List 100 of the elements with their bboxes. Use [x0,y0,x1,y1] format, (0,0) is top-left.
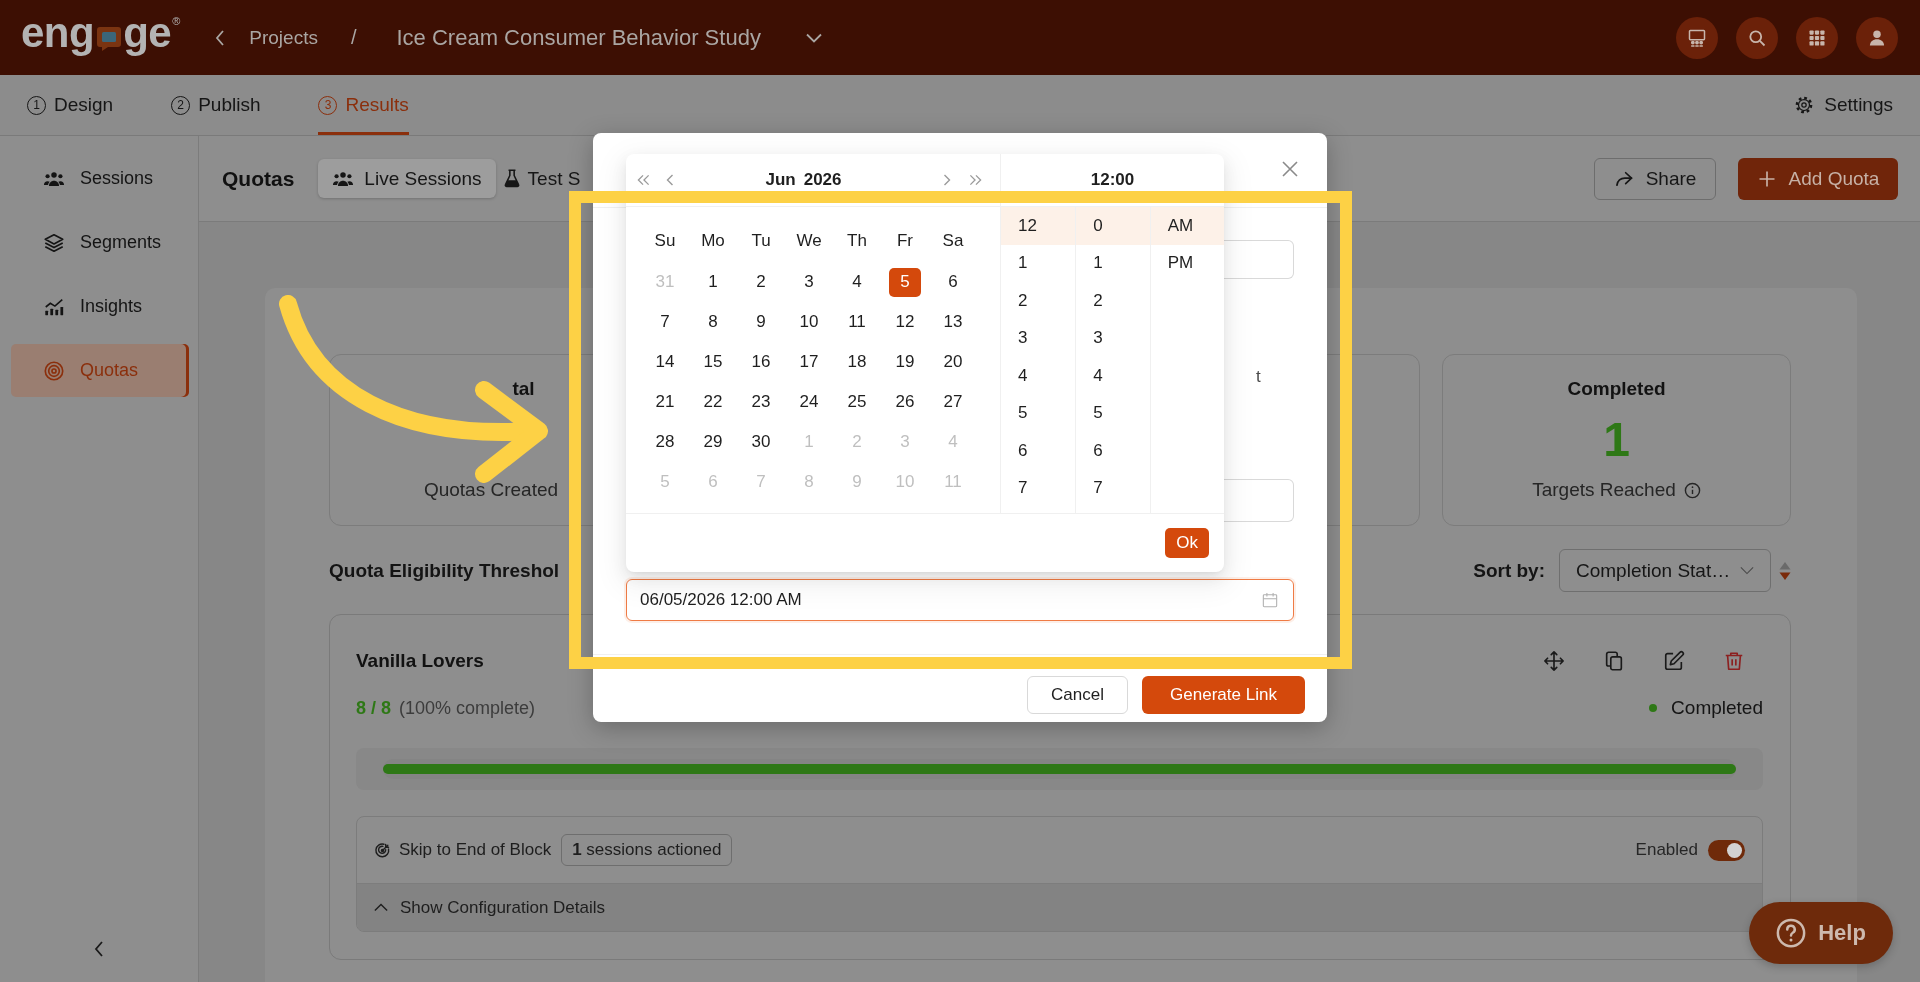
calendar-day[interactable]: 13 [937,307,969,337]
hour-option[interactable]: 3 [1001,319,1076,357]
logo-text: eng [21,7,95,58]
calendar-day[interactable]: 16 [745,347,777,377]
stat-value: 1 [1603,412,1630,468]
edit-icon[interactable] [1663,650,1685,672]
step-tab[interactable]: 1 Design [27,75,114,135]
period-option[interactable]: AM [1150,207,1224,245]
double-chevron-right-icon[interactable] [969,174,982,186]
calendar-day[interactable]: 5 [889,267,921,297]
step-tab[interactable]: 2 Publish [171,75,261,135]
session-tab[interactable]: Live Sessions [318,159,496,198]
calendar-day[interactable]: 2 [745,267,777,297]
calendar-day[interactable]: 7 [649,307,681,337]
hour-option[interactable]: 12 [1001,207,1076,245]
minute-option[interactable]: 6 [1076,432,1150,470]
minute-option[interactable]: 0 [1076,207,1150,245]
calendar-day[interactable]: 14 [649,347,681,377]
calendar-day[interactable]: 29 [697,427,729,457]
minute-option[interactable]: 4 [1076,357,1150,395]
session-tab[interactable]: Test S [503,159,581,198]
move-icon[interactable] [1543,650,1565,672]
help-button[interactable]: Help [1749,902,1893,964]
calendar-day[interactable]: 6 [937,267,969,297]
calendar-day[interactable]: 20 [937,347,969,377]
flask-icon [503,169,520,188]
calendar-day[interactable]: 18 [841,347,873,377]
copy-icon[interactable] [1603,650,1625,672]
hour-option[interactable]: 2 [1001,282,1076,320]
user-button[interactable] [1856,16,1898,59]
calendar-day[interactable]: 28 [649,427,681,457]
calendar-day[interactable]: 11 [841,307,873,337]
calendar-day[interactable]: 21 [649,387,681,417]
presentation-icon [1687,27,1707,48]
breadcrumb-link[interactable]: Projects [249,26,318,49]
search-icon [1747,27,1767,48]
calendar-day[interactable]: 12 [889,307,921,337]
quota-count: 8 / 8 [356,697,392,719]
minute-option[interactable]: 3 [1076,319,1150,357]
calendar-day[interactable]: 22 [697,387,729,417]
chevron-down-icon[interactable] [805,32,822,43]
calendar-day[interactable]: 23 [745,387,777,417]
calendar-day[interactable]: 17 [793,347,825,377]
field-label: t [1255,368,1262,386]
hour-option[interactable]: 6 [1001,432,1076,470]
calendar-day[interactable]: 3 [793,267,825,297]
calendar-day[interactable]: 4 [841,267,873,297]
calendar-day[interactable]: 15 [697,347,729,377]
time-display: 12:00 [1090,170,1135,190]
presenter-button[interactable] [1676,16,1718,59]
details-toggle[interactable]: Show Configuration Details [357,883,1762,931]
calendar-icon [1262,592,1278,608]
generate-link-button[interactable]: Generate Link [1142,676,1305,714]
date-field[interactable]: 06/05/2026 12:00 AM [626,579,1294,621]
stat-title: tal [511,377,535,401]
sidebar-item[interactable]: Segments [11,216,189,269]
sidebar-item[interactable]: Insights [11,280,189,333]
hour-option[interactable]: 1 [1001,244,1076,282]
minute-option[interactable]: 5 [1076,394,1150,432]
chevron-left-icon[interactable] [94,941,104,957]
toggle-switch[interactable] [1708,839,1745,861]
close-icon[interactable] [1281,160,1299,178]
cancel-button[interactable]: Cancel [1027,676,1128,714]
calendar-day[interactable]: 24 [793,387,825,417]
weekday-label: Sa [942,231,964,251]
weekday-label: Tu [751,231,771,251]
period-option[interactable]: PM [1150,244,1224,282]
sidebar-item[interactable]: Sessions [11,152,189,205]
info-icon[interactable] [1683,481,1701,499]
search-button[interactable] [1736,16,1778,59]
sort-select[interactable]: Completion Stat… [1559,549,1771,592]
calendar-day[interactable]: 19 [889,347,921,377]
settings-button[interactable]: Settings [1794,75,1893,135]
chevron-left-icon[interactable] [215,29,226,46]
calendar-day[interactable]: 10 [793,307,825,337]
logo-text: ge [123,7,172,58]
calendar-day[interactable]: 27 [937,387,969,417]
double-chevron-left-icon[interactable] [637,174,650,186]
add-quota-button[interactable]: Add Quota [1738,157,1898,200]
calendar-day[interactable]: 25 [841,387,873,417]
sort-icon[interactable] [1779,560,1791,581]
year-button[interactable]: 2026 [803,170,842,190]
ok-button[interactable]: Ok [1165,528,1209,558]
calendar-day[interactable]: 1 [697,267,729,297]
hour-option[interactable]: 4 [1001,357,1076,395]
grid-button[interactable] [1796,16,1838,59]
minute-option[interactable]: 1 [1076,244,1150,282]
minute-option[interactable]: 2 [1076,282,1150,320]
hour-option[interactable]: 7 [1001,469,1076,507]
minute-option[interactable]: 7 [1076,469,1150,507]
calendar-day[interactable]: 26 [889,387,921,417]
calendar-day[interactable]: 30 [745,427,777,457]
hour-option[interactable]: 5 [1001,394,1076,432]
month-button[interactable]: Jun [765,170,796,190]
sort-label: Sort by: [1473,559,1545,582]
registered-mark: ® [172,14,181,27]
trash-icon[interactable] [1723,650,1745,672]
calendar-day[interactable]: 9 [745,307,777,337]
share-button[interactable]: Share [1594,157,1716,200]
calendar-day[interactable]: 8 [697,307,729,337]
